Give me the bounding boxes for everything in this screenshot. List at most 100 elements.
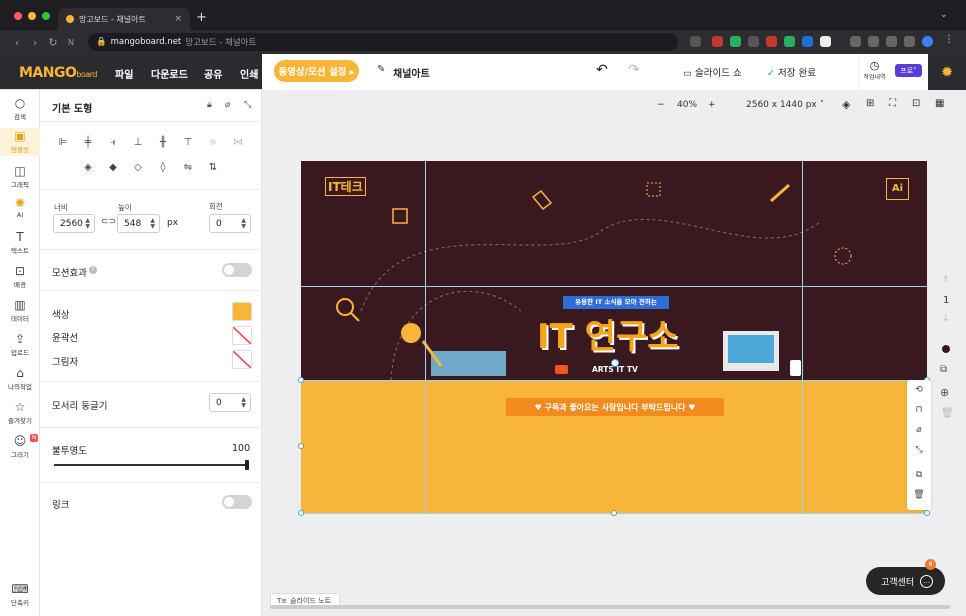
unlink-icon[interactable]: ⌀: [907, 425, 931, 435]
canvas-ribbon[interactable]: 유용한 IT 소식을 모아 전하는: [563, 296, 669, 309]
pages-icon[interactable]: ▦: [935, 98, 944, 109]
sidebar-item-upload[interactable]: ⇪ 업로드: [0, 332, 40, 357]
fit-screen-icon[interactable]: ⛶: [889, 98, 896, 109]
opacity-slider-handle[interactable]: [245, 460, 249, 470]
pro-badge[interactable]: 프로˅: [895, 64, 922, 77]
settings-button[interactable]: ✹: [928, 54, 966, 90]
align-left-icon[interactable]: ⊫: [57, 137, 69, 149]
redo-icon[interactable]: ↷: [628, 62, 640, 78]
sidebar-item-template[interactable]: ▣ 템플릿: [0, 128, 40, 156]
canvas-size-select[interactable]: 2560 x 1440 px ˅: [746, 100, 824, 110]
sidebar-item-shortcuts[interactable]: ⌨ 단축키: [0, 582, 40, 607]
new-tab-button[interactable]: +: [196, 10, 207, 25]
fill-color-swatch[interactable]: [232, 302, 252, 321]
grid-icon[interactable]: ⊞: [866, 98, 874, 109]
zoom-in-button[interactable]: +: [708, 100, 716, 110]
flip-vertical-icon[interactable]: ⇅: [207, 162, 219, 174]
resize-handle[interactable]: [924, 510, 930, 516]
sidebar-item-data[interactable]: ▥ 데이터: [0, 298, 40, 323]
corner-radius-input[interactable]: 0 ▲ ▼: [209, 393, 251, 412]
ai-badge-graphic[interactable]: Ai: [886, 178, 909, 200]
lock-icon[interactable]: ⊓: [907, 405, 931, 415]
menu-download[interactable]: 다운로드: [151, 66, 188, 81]
slideshow-button[interactable]: ▭ 슬라이드 쇼: [683, 65, 742, 79]
page-color-dot[interactable]: [942, 345, 950, 353]
extension-n-icon[interactable]: N: [62, 38, 80, 47]
rotate-icon[interactable]: ⟲: [907, 385, 931, 395]
minimize-window-icon[interactable]: [28, 12, 36, 20]
sidebar-item-my-work[interactable]: ⌂ 나의작업: [0, 366, 40, 391]
extension-icon[interactable]: [820, 36, 831, 47]
height-input[interactable]: 548 ▲ ▼: [117, 214, 160, 233]
resize-handle[interactable]: [298, 377, 304, 383]
help-center-button[interactable]: 고객센터…: [866, 567, 945, 595]
distribute-horizontal-icon[interactable]: ⋈: [232, 137, 244, 149]
resize-handle[interactable]: [298, 510, 304, 516]
subscribe-banner[interactable]: ♥ 구독과 좋아요는 사랑입니다 부탁드립니다 ♥: [506, 398, 724, 416]
page-up-icon[interactable]: ↑: [942, 275, 950, 285]
resize-icon[interactable]: ⤡: [244, 100, 251, 110]
send-back-icon[interactable]: ◊: [157, 162, 169, 174]
sidebar-icon[interactable]: [904, 36, 915, 47]
sidebar-item-favorites[interactable]: ☆ 즐겨찾기: [0, 400, 40, 425]
link-toggle[interactable]: [222, 495, 252, 509]
extension-icon[interactable]: [748, 36, 759, 47]
undo-icon[interactable]: ↶: [596, 62, 608, 78]
sidebar-item-ai[interactable]: ✺ AI: [0, 196, 40, 219]
canvas-logo-text[interactable]: IT테크: [325, 177, 366, 196]
link-ratio-icon[interactable]: ⊂⊃: [101, 217, 116, 227]
resize-icon[interactable]: ⤡: [907, 445, 931, 455]
unlink-icon[interactable]: ⌀: [225, 100, 230, 110]
close-window-icon[interactable]: [14, 12, 22, 20]
browser-tab[interactable]: 망고보드 - 채널아트 ×: [58, 8, 190, 30]
tab-list-chevron-icon[interactable]: ⌄: [940, 10, 948, 20]
opacity-slider-track[interactable]: [54, 464, 248, 466]
bring-forward-icon[interactable]: ◆: [107, 162, 119, 174]
shadow-color-swatch[interactable]: [232, 350, 252, 369]
extension-icon[interactable]: [784, 36, 795, 47]
zoom-out-button[interactable]: −: [657, 100, 665, 110]
extension-icon[interactable]: [868, 36, 879, 47]
extension-icon[interactable]: [712, 36, 723, 47]
copy-page-icon[interactable]: ⧉: [940, 364, 947, 375]
sidebar-item-search[interactable]: ○ 검색: [0, 96, 40, 121]
document-name[interactable]: 채널아트: [393, 65, 430, 80]
menu-file[interactable]: 파일: [115, 66, 133, 81]
resize-handle[interactable]: [611, 510, 617, 516]
profile-avatar[interactable]: [922, 36, 933, 47]
trash-icon[interactable]: 🗑︎: [907, 490, 931, 500]
forward-icon[interactable]: ›: [26, 36, 44, 49]
rotate-input[interactable]: 0 ▲ ▼: [209, 214, 251, 233]
sidebar-item-background[interactable]: ⊡ 배경: [0, 264, 40, 289]
extension-icon[interactable]: [886, 36, 897, 47]
align-middle-icon[interactable]: ╫: [157, 137, 169, 149]
help-icon[interactable]: ?: [89, 266, 97, 274]
rotate-handle[interactable]: [611, 359, 619, 367]
resize-handle[interactable]: [298, 443, 304, 449]
add-page-icon[interactable]: ⊕: [940, 386, 949, 399]
align-bottom-icon[interactable]: ⊥: [132, 137, 144, 149]
tab-close-icon[interactable]: ×: [174, 14, 182, 24]
url-bar[interactable]: 🔒 mangoboard.net 망고보드 - 채널아트: [88, 33, 678, 51]
extension-icon[interactable]: [730, 36, 741, 47]
bring-front-icon[interactable]: ◈: [82, 162, 94, 174]
width-input[interactable]: 2560 ▲ ▼: [53, 214, 95, 233]
lock-icon[interactable]: 🔒︎: [207, 100, 212, 110]
distribute-vertical-icon[interactable]: ≑: [207, 137, 219, 149]
extension-icon[interactable]: [802, 36, 813, 47]
reload-icon[interactable]: ↻: [44, 36, 62, 49]
horizontal-scrollbar[interactable]: [270, 605, 950, 609]
send-backward-icon[interactable]: ◇: [132, 162, 144, 174]
stroke-color-swatch[interactable]: [232, 326, 252, 345]
mangoboard-logo[interactable]: MANGOboard: [19, 65, 97, 81]
share-icon[interactable]: [690, 36, 701, 47]
extension-icon[interactable]: [766, 36, 777, 47]
delete-page-icon[interactable]: 🗑︎: [941, 408, 954, 419]
align-right-icon[interactable]: ⫣: [107, 137, 119, 149]
maximize-window-icon[interactable]: [42, 12, 50, 20]
sidebar-item-text[interactable]: T 텍스트: [0, 230, 40, 255]
guide-icon[interactable]: ⊡: [912, 98, 920, 109]
zoom-level[interactable]: 40%: [677, 100, 697, 110]
page-down-icon[interactable]: ↓: [942, 314, 950, 324]
align-top-icon[interactable]: ⊤: [182, 137, 194, 149]
